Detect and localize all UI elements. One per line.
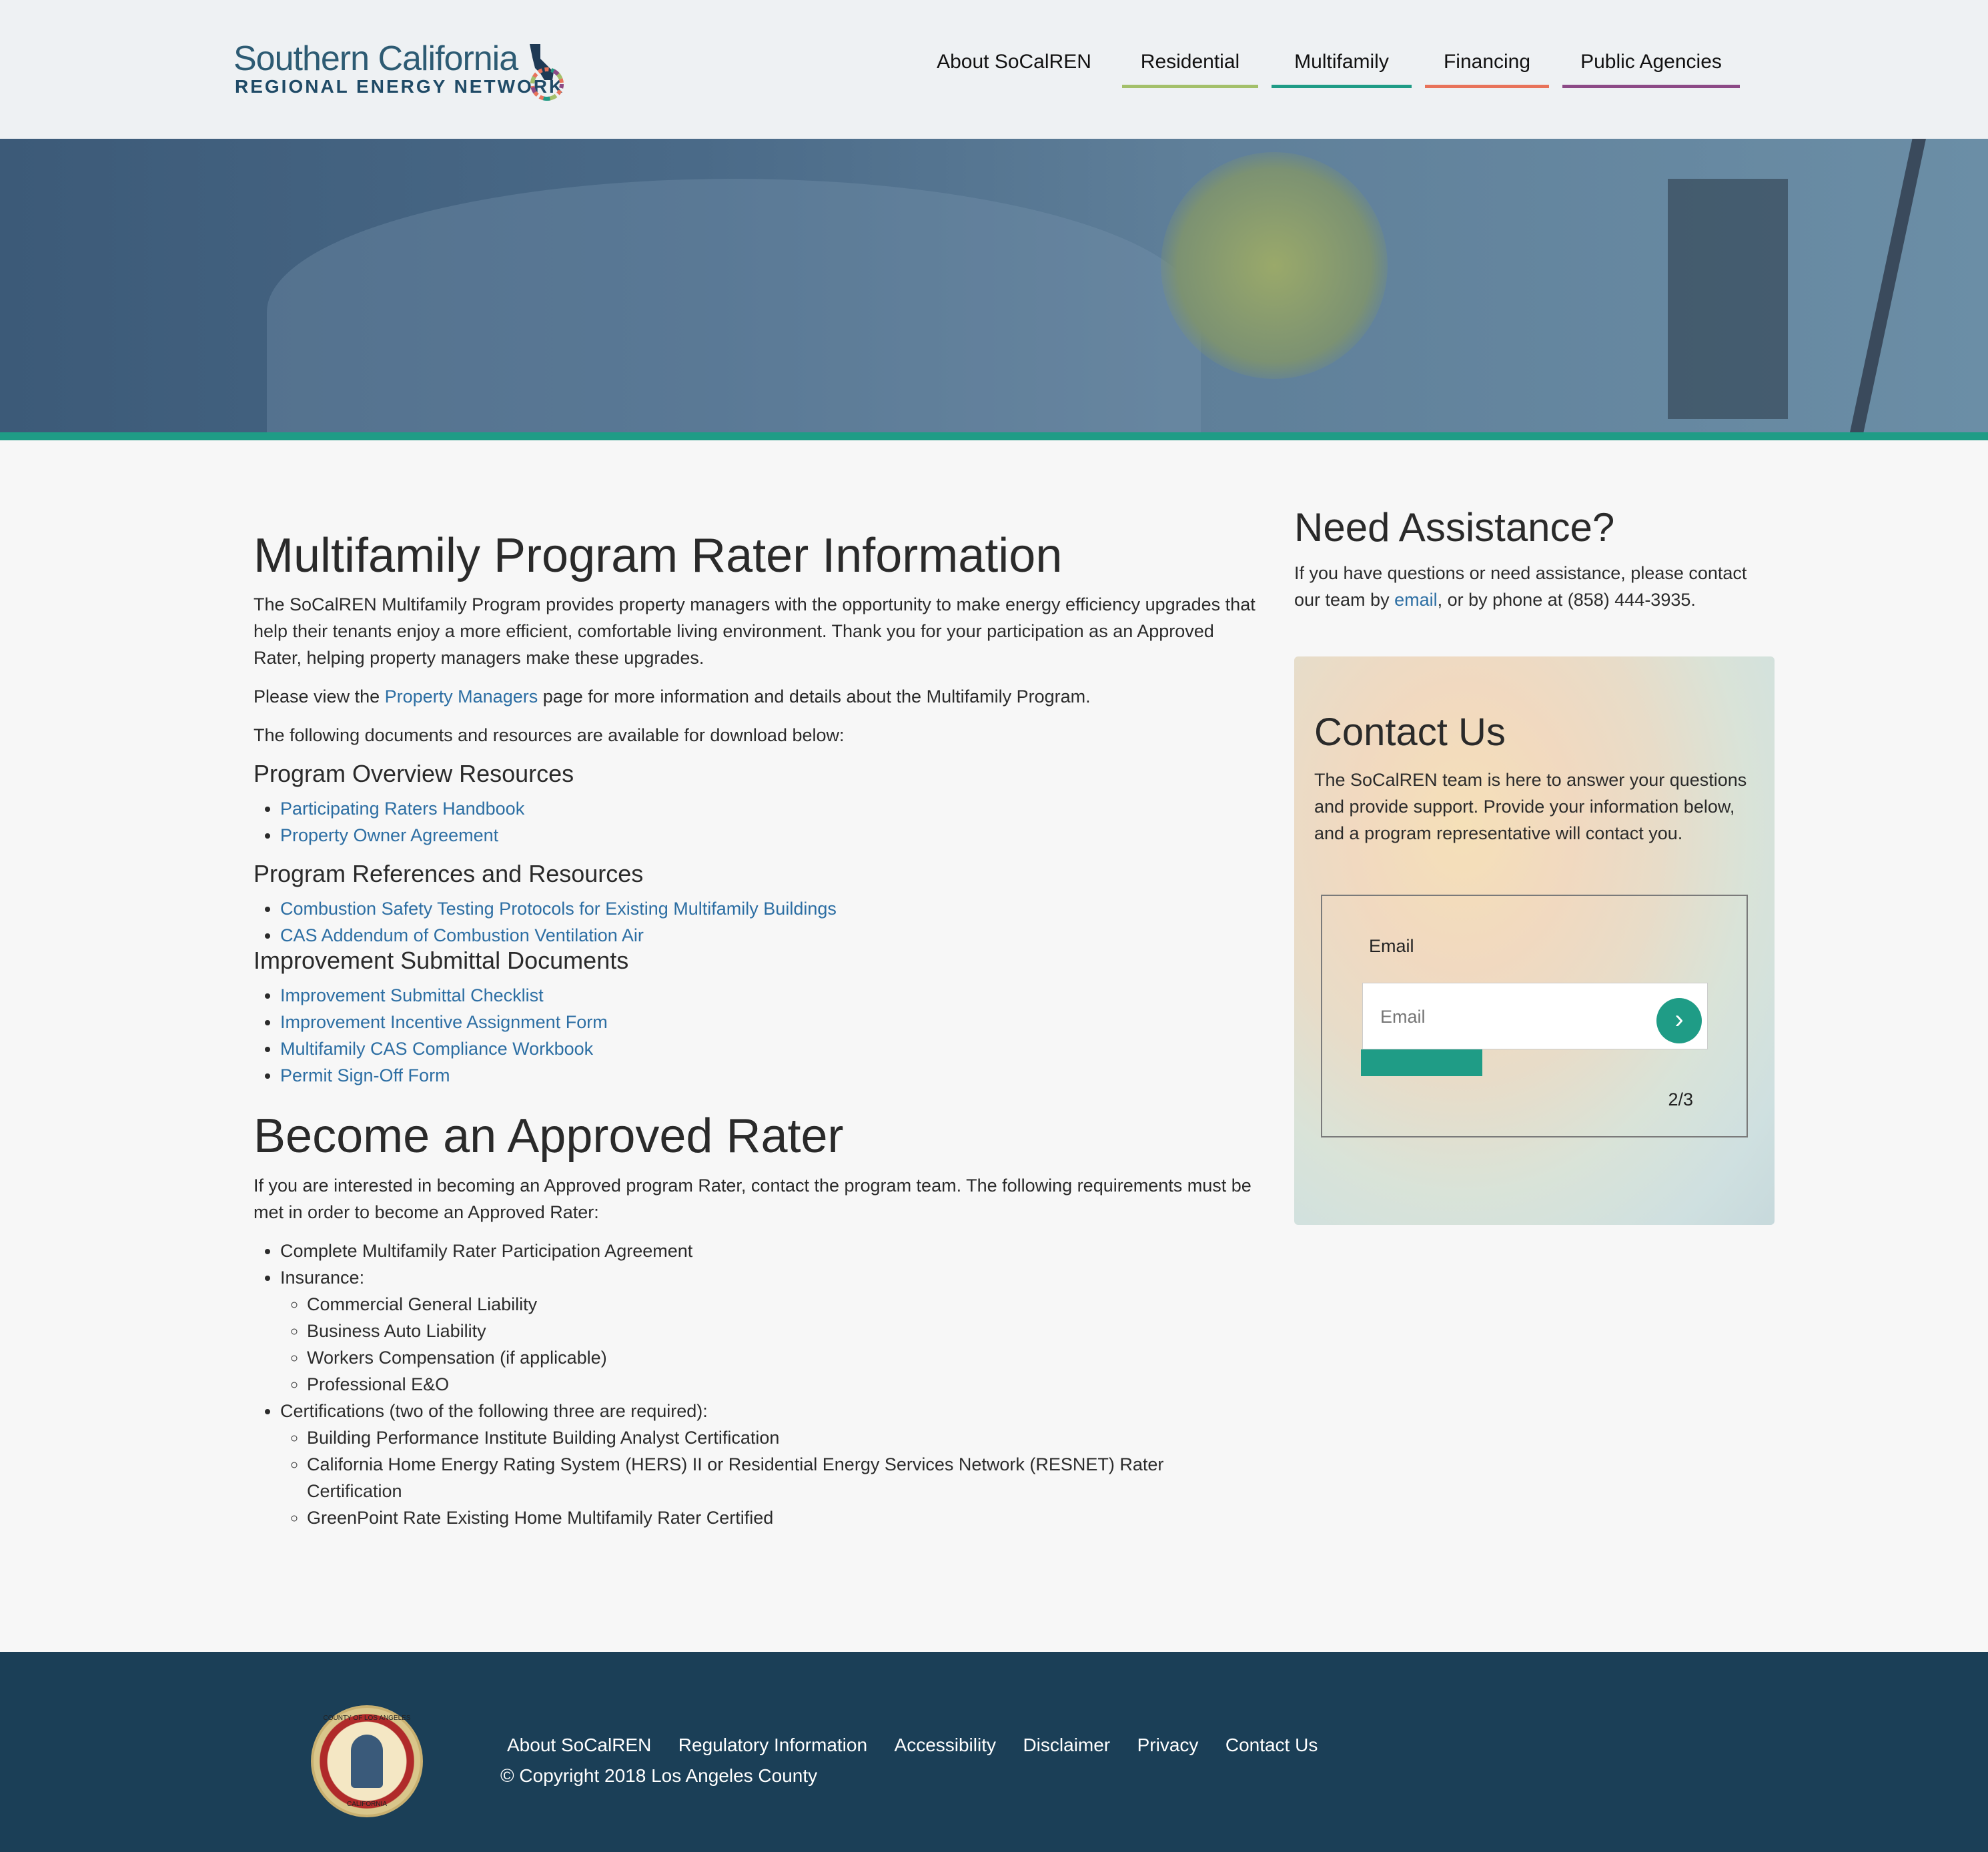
hard-hat-image <box>1161 152 1388 379</box>
email-input[interactable] <box>1363 983 1656 1050</box>
nav-residential[interactable]: Residential <box>1122 48 1258 88</box>
site-header: Southern California REGIONAL ENERGY NETW… <box>0 0 1988 139</box>
hero-decor <box>267 179 1201 432</box>
nav-about[interactable]: About SoCalREN <box>927 48 1101 88</box>
list-item: GreenPoint Rate Existing Home Multifamil… <box>307 1504 1227 1531</box>
certifications-label: Certifications (two of the following thr… <box>280 1400 708 1421</box>
references-list: Combustion Safety Testing Protocols for … <box>280 895 1261 949</box>
nav-financing[interactable]: Financing <box>1425 48 1549 88</box>
property-owner-agreement-link[interactable]: Property Owner Agreement <box>280 825 498 845</box>
page-title: Multifamily Program Rater Information <box>254 529 1063 582</box>
cas-workbook-link[interactable]: Multifamily CAS Compliance Workbook <box>280 1039 593 1059</box>
footer-link-accessibility[interactable]: Accessibility <box>895 1735 996 1755</box>
nav-multifamily-underline <box>1272 85 1412 88</box>
list-item: Workers Compensation (if applicable) <box>307 1344 1261 1371</box>
footer-link-disclaimer[interactable]: Disclaimer <box>1023 1735 1110 1755</box>
list-item: Building Performance Institute Building … <box>307 1424 1227 1451</box>
submittal-list: Improvement Submittal Checklist Improvem… <box>280 982 1261 1089</box>
contact-us-card: Contact Us The SoCalREN team is here to … <box>1294 656 1775 1225</box>
email-field: › <box>1362 983 1708 1050</box>
certifications-list: Building Performance Institute Building … <box>307 1424 1227 1531</box>
list-item: Permit Sign-Off Form <box>280 1062 1261 1089</box>
list-item: Complete Multifamily Rater Participation… <box>280 1238 1261 1264</box>
assistance-panel: Need Assistance? If you have questions o… <box>1294 504 1775 613</box>
footer-link-privacy[interactable]: Privacy <box>1137 1735 1199 1755</box>
insurance-label: Insurance: <box>280 1267 365 1288</box>
nav-public-agencies[interactable]: Public Agencies <box>1562 48 1740 88</box>
section-heading-references: Program References and Resources <box>254 860 644 888</box>
overview-list: Participating Raters Handbook Property O… <box>280 795 1261 849</box>
form-progress-text: 2/3 <box>1668 1089 1693 1109</box>
nav-financing-underline <box>1425 85 1549 88</box>
list-item: Participating Raters Handbook <box>280 795 1261 822</box>
nav-public-agencies-label: Public Agencies <box>1580 51 1722 73</box>
requirements-list: Complete Multifamily Rater Participation… <box>280 1238 1261 1531</box>
nav-about-label: About SoCalREN <box>937 51 1091 73</box>
site-footer: COUNTY OF LOS ANGELES CALIFORNIA About S… <box>0 1652 1988 1852</box>
list-item: Insurance: Commercial General Liability … <box>280 1264 1261 1398</box>
cas-addendum-link[interactable]: CAS Addendum of Combustion Ventilation A… <box>280 925 644 945</box>
list-item: Business Auto Liability <box>307 1318 1261 1344</box>
seal-figure <box>351 1735 383 1788</box>
contact-title: Contact Us <box>1314 711 1506 754</box>
nav-multifamily[interactable]: Multifamily <box>1272 48 1412 88</box>
list-item: California Home Energy Rating System (HE… <box>307 1451 1227 1504</box>
main-nav: About SoCalREN Residential Multifamily F… <box>0 48 1988 88</box>
section-heading-overview: Program Overview Resources <box>254 760 574 788</box>
nav-public-agencies-underline <box>1562 85 1740 88</box>
seal-bottom-text: CALIFORNIA <box>346 1801 387 1808</box>
list-item: Improvement Submittal Checklist <box>280 982 1261 1009</box>
hero-decor-line <box>1848 139 1928 432</box>
list-item: Combustion Safety Testing Protocols for … <box>280 895 1261 922</box>
footer-link-about[interactable]: About SoCalREN <box>507 1735 651 1755</box>
nav-residential-underline <box>1122 85 1258 88</box>
intro-text: The SoCalREN Multifamily Program provide… <box>254 594 1256 668</box>
become-rater-intro: If you are interested in becoming an App… <box>254 1175 1252 1222</box>
nav-financing-label: Financing <box>1443 51 1531 73</box>
copyright-text: © Copyright 2018 Los Angeles County <box>500 1765 818 1786</box>
combustion-safety-link[interactable]: Combustion Safety Testing Protocols for … <box>280 899 837 919</box>
hero-banner <box>0 139 1988 432</box>
section-heading-submittal: Improvement Submittal Documents <box>254 947 629 975</box>
list-item: Certifications (two of the following thr… <box>280 1398 1261 1531</box>
nav-residential-label: Residential <box>1140 51 1240 73</box>
property-managers-text: Please view the Property Managers page f… <box>254 683 1261 710</box>
form-progress-fill <box>1361 1049 1482 1076</box>
hero-stripe <box>0 432 1988 440</box>
docs-intro-text: The following documents and resources ar… <box>254 725 845 746</box>
list-item: Professional E&O <box>307 1371 1261 1398</box>
become-rater-title: Become an Approved Rater <box>254 1109 844 1164</box>
next-button[interactable]: › <box>1656 998 1702 1043</box>
seal-top-text: COUNTY OF LOS ANGELES <box>323 1715 411 1722</box>
footer-link-contact[interactable]: Contact Us <box>1225 1735 1318 1755</box>
footer-links: About SoCalREN Regulatory Information Ac… <box>507 1735 1342 1756</box>
submittal-checklist-link[interactable]: Improvement Submittal Checklist <box>280 985 544 1005</box>
nav-multifamily-label: Multifamily <box>1294 51 1389 73</box>
email-label: Email <box>1369 936 1414 956</box>
assistance-text: If you have questions or need assistance… <box>1294 560 1775 613</box>
chevron-right-icon: › <box>1674 1005 1684 1034</box>
assistance-post-text: , or by phone at (858) 444-3935. <box>1437 590 1696 610</box>
list-item: Improvement Incentive Assignment Form <box>280 1009 1261 1035</box>
main-content: Multifamily Program Rater Information Th… <box>254 527 1261 1531</box>
view-pre-text: Please view the <box>254 686 385 707</box>
contact-form: Email › 2/3 <box>1321 895 1748 1137</box>
assistance-title: Need Assistance? <box>1294 505 1615 550</box>
property-managers-link[interactable]: Property Managers <box>385 686 538 707</box>
footer-link-regulatory[interactable]: Regulatory Information <box>678 1735 867 1755</box>
insurance-list: Commercial General Liability Business Au… <box>307 1291 1261 1398</box>
list-item: Multifamily CAS Compliance Workbook <box>280 1035 1261 1062</box>
email-link[interactable]: email <box>1394 590 1438 610</box>
list-item: Commercial General Liability <box>307 1291 1261 1318</box>
view-post-text: page for more information and details ab… <box>538 686 1091 707</box>
form-progress-bar <box>1361 1049 1708 1076</box>
incentive-assignment-link[interactable]: Improvement Incentive Assignment Form <box>280 1012 608 1032</box>
permit-signoff-link[interactable]: Permit Sign-Off Form <box>280 1065 450 1085</box>
house-model-image <box>1668 179 1788 419</box>
participating-raters-handbook-link[interactable]: Participating Raters Handbook <box>280 799 524 819</box>
county-seal-logo: COUNTY OF LOS ANGELES CALIFORNIA <box>311 1705 423 1817</box>
list-item: Property Owner Agreement <box>280 822 1261 849</box>
contact-text: The SoCalREN team is here to answer your… <box>1314 770 1747 843</box>
